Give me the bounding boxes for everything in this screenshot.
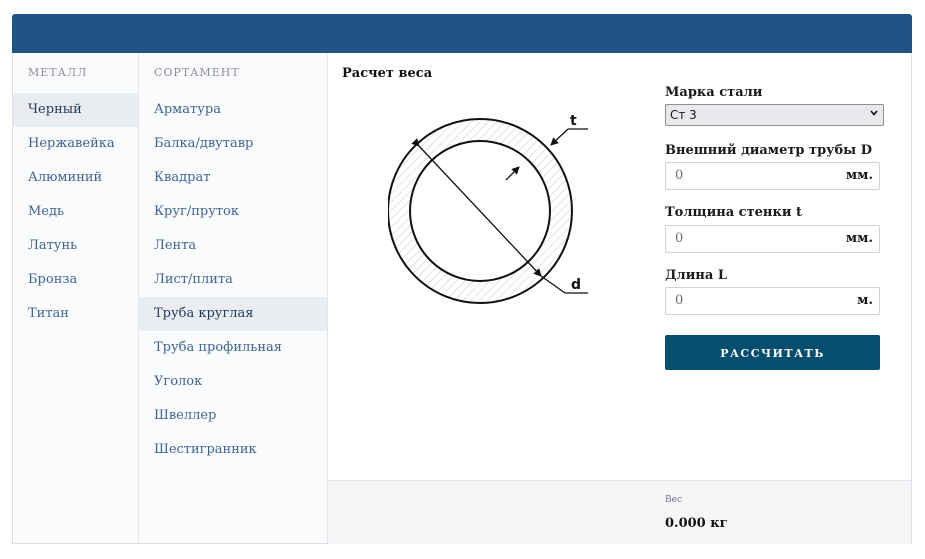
chevron-down-icon [870,110,878,116]
metal-item-black[interactable]: Черный [13,93,138,127]
diameter-leader [540,275,566,294]
result-area: Вес 0.000 кг [328,480,911,544]
length-unit: м. [857,293,873,308]
metal-item-titanium[interactable]: Титан [13,297,138,331]
label-d: d [571,277,581,293]
top-header-bar [12,14,912,53]
outer-diameter-value: 0 [675,168,684,183]
label-t: t [570,113,577,129]
wall-thickness-unit: мм. [845,231,873,246]
assortment-item-hexagon[interactable]: Шестигранник [139,433,327,467]
assortment-item-round-bar[interactable]: Круг/пруток [139,195,327,229]
metal-list: Черный Нержавейка Алюминий Медь Латунь Б… [13,93,138,331]
calculation-panel: Расчет веса t d Марка стали Ст 3 Внешний… [328,53,911,544]
wall-thickness-label: Толщина стенки t [665,205,803,220]
assortment-item-square[interactable]: Квадрат [139,161,327,195]
outer-diameter-unit: мм. [845,168,873,183]
calculator-frame: МЕТАЛЛ Черный Нержавейка Алюминий Медь Л… [12,53,912,544]
steel-grade-value: Ст 3 [670,108,697,122]
thickness-arrow-outer [550,128,569,146]
outer-diameter-label: Внешний диаметр трубы D [665,143,873,158]
steel-grade-select[interactable]: Ст 3 [665,104,884,126]
assortment-item-rebar[interactable]: Арматура [139,93,327,127]
weight-label: Вес [665,495,682,505]
length-label: Длина L [665,268,727,283]
steel-grade-label: Марка стали [665,85,763,100]
assortment-item-sheet[interactable]: Лист/плита [139,263,327,297]
assortment-item-angle[interactable]: Уголок [139,365,327,399]
assortment-heading: СОРТАМЕНТ [154,66,240,79]
metal-column: МЕТАЛЛ Черный Нержавейка Алюминий Медь Л… [13,53,139,543]
metal-item-stainless[interactable]: Нержавейка [13,127,138,161]
calculate-button[interactable]: РАССЧИТАТЬ [665,335,880,370]
calc-title: Расчет веса [342,66,433,81]
outer-diameter-input[interactable]: 0 мм. [665,162,880,190]
round-pipe-diagram: t d [388,113,588,304]
assortment-item-beam[interactable]: Балка/двутавр [139,127,327,161]
assortment-item-profile-pipe[interactable]: Труба профильная [139,331,327,365]
assortment-item-channel[interactable]: Швеллер [139,399,327,433]
metal-item-bronze[interactable]: Бронза [13,263,138,297]
weight-value: 0.000 кг [665,516,728,531]
metal-heading: МЕТАЛЛ [28,66,88,79]
length-value: 0 [675,293,684,308]
length-input[interactable]: 0 м. [665,287,880,315]
wall-thickness-input[interactable]: 0 мм. [665,225,880,253]
assortment-list: Арматура Балка/двутавр Квадрат Круг/прут… [139,93,327,467]
metal-item-brass[interactable]: Латунь [13,229,138,263]
assortment-item-round-pipe[interactable]: Труба круглая [139,297,327,331]
metal-item-aluminum[interactable]: Алюминий [13,161,138,195]
metal-item-copper[interactable]: Медь [13,195,138,229]
assortment-item-strip[interactable]: Лента [139,229,327,263]
assortment-column: СОРТАМЕНТ Арматура Балка/двутавр Квадрат… [139,53,328,543]
wall-thickness-value: 0 [675,231,684,246]
